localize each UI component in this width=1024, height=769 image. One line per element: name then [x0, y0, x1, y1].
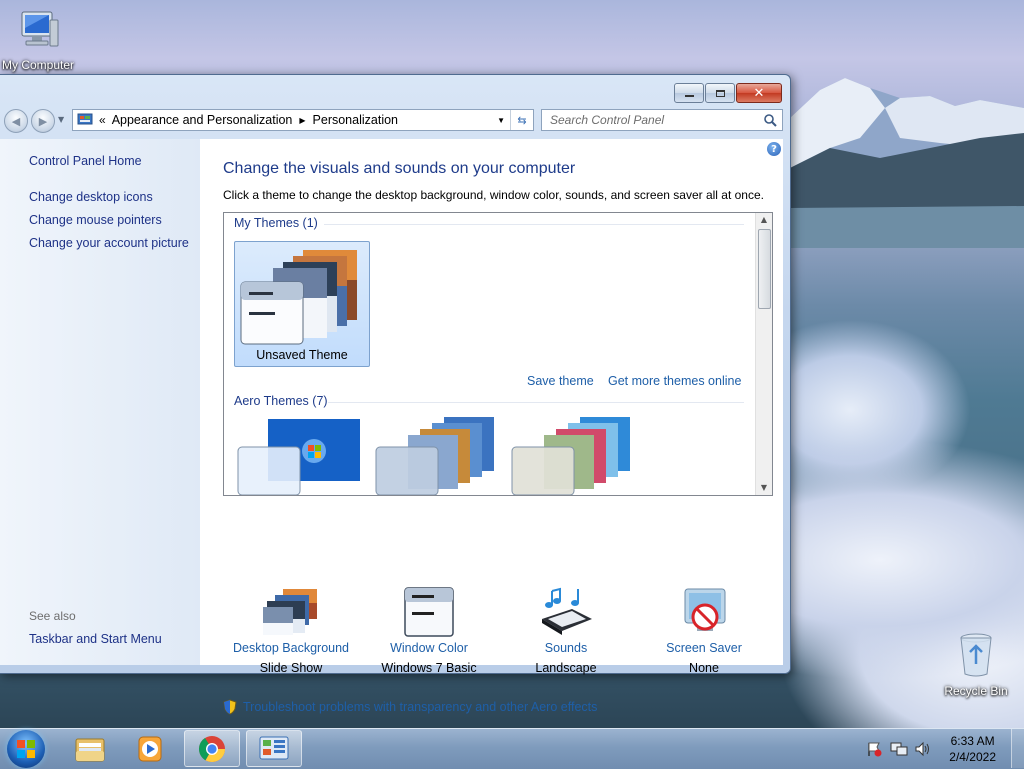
breadcrumb-personalization[interactable]: Personalization — [313, 113, 398, 127]
breadcrumb-appearance[interactable]: Appearance and Personalization — [112, 113, 293, 127]
personalization-window: ✕ ◀ ▶ ▼ « Appearance and Personalization… — [0, 74, 791, 715]
taskbar-media-player[interactable] — [122, 730, 178, 767]
group-divider — [324, 224, 744, 225]
close-button[interactable]: ✕ — [736, 83, 782, 103]
maximize-button[interactable] — [705, 83, 735, 103]
desktop-icon-recycle-bin[interactable]: Recycle Bin — [938, 630, 1014, 698]
windows-logo-icon — [17, 740, 35, 758]
back-button[interactable]: ◀ — [4, 109, 28, 133]
control-panel-home-link[interactable]: Control Panel Home — [29, 154, 142, 168]
search-icon[interactable] — [763, 113, 777, 127]
theme-name: Unsaved Theme — [256, 348, 348, 362]
desktop-background-item[interactable]: Desktop Background Slide Show — [221, 587, 361, 675]
forward-button[interactable]: ▶ — [31, 109, 55, 133]
taskbar-start-menu-link[interactable]: Taskbar and Start Menu — [29, 632, 162, 646]
theme-unsaved[interactable]: Unsaved Theme — [234, 241, 370, 367]
screen-saver-link[interactable]: Screen Saver — [634, 641, 774, 655]
search-box[interactable]: Search Control Panel — [541, 109, 783, 131]
theme-preview-icon — [240, 250, 357, 345]
address-overflow[interactable]: « — [99, 113, 106, 127]
close-icon: ✕ — [753, 85, 765, 101]
page-title: Change the visuals and sounds on your co… — [223, 160, 576, 177]
group-label-my-themes: My Themes (1) — [234, 216, 318, 230]
desktop-icon-label: My Computer — [2, 58, 75, 72]
taskbar-control-panel[interactable] — [246, 730, 302, 767]
minimize-icon — [684, 94, 694, 97]
address-bar[interactable]: « Appearance and Personalization ▶ Perso… — [72, 109, 534, 131]
start-button[interactable] — [7, 730, 45, 768]
forward-arrow-icon: ▶ — [38, 114, 48, 128]
change-mouse-pointers-link[interactable]: Change mouse pointers — [29, 213, 162, 227]
volume-icon[interactable] — [914, 741, 932, 757]
refresh-button[interactable]: ⇆ — [510, 110, 533, 130]
page-subtitle: Click a theme to change the desktop back… — [223, 188, 764, 202]
desktop-background-link[interactable]: Desktop Background — [221, 641, 361, 655]
group-divider — [328, 402, 744, 403]
network-icon[interactable] — [890, 741, 908, 757]
recycle-bin-icon — [960, 633, 992, 677]
address-dropdown-icon[interactable]: ▼ — [497, 116, 505, 125]
window-color-item[interactable]: Window Color Windows 7 Basic — [359, 587, 499, 675]
window-color-value: Windows 7 Basic — [381, 661, 477, 675]
sounds-icon — [542, 587, 592, 635]
change-desktop-icons-link[interactable]: Change desktop icons — [29, 190, 153, 204]
breadcrumb-separator-icon[interactable]: ▶ — [299, 116, 305, 125]
themes-scrollbar[interactable]: ▲ ▼ — [755, 213, 772, 495]
get-more-themes-link[interactable]: Get more themes online — [608, 374, 741, 388]
scroll-thumb[interactable] — [758, 229, 771, 309]
screen-saver-value: None — [689, 661, 719, 675]
taskbar-windows-explorer[interactable] — [62, 730, 118, 767]
troubleshoot-link[interactable]: Troubleshoot problems with transparency … — [243, 700, 597, 714]
mountain-landscape — [790, 78, 1024, 248]
aero-theme-architecture[interactable] — [374, 417, 504, 496]
sounds-item[interactable]: Sounds Landscape — [496, 587, 636, 675]
folder-icon — [75, 738, 105, 761]
scroll-down-icon[interactable]: ▼ — [756, 481, 772, 495]
taskbar-chrome[interactable] — [184, 730, 240, 767]
control-panel-icon — [77, 113, 93, 125]
screen-saver-icon — [684, 588, 726, 631]
minimize-button[interactable] — [674, 83, 704, 103]
window-color-icon — [404, 587, 454, 637]
screen-saver-item[interactable]: Screen Saver None — [634, 587, 774, 675]
action-center-flag-icon[interactable] — [866, 741, 882, 757]
see-also-label: See also — [29, 609, 76, 623]
window-color-link[interactable]: Window Color — [359, 641, 499, 655]
themes-list[interactable]: My Themes (1) Unsaved Theme Save theme G… — [223, 212, 773, 496]
desktop-icon-my-computer[interactable]: My Computer — [2, 8, 82, 72]
control-panel-icon — [259, 736, 289, 759]
maximize-icon — [715, 89, 725, 97]
aero-theme-windows7[interactable] — [236, 417, 366, 496]
computer-icon — [21, 11, 59, 47]
sounds-link[interactable]: Sounds — [496, 641, 636, 655]
system-clock[interactable]: 6:33 AM 2/4/2022 — [949, 733, 996, 765]
desktop-background-value: Slide Show — [259, 661, 323, 675]
clock-date: 2/4/2022 — [949, 750, 996, 764]
chrome-icon — [198, 735, 226, 762]
taskbar: 6:33 AM 2/4/2022 — [0, 728, 1024, 769]
desktop-icon-label: Recycle Bin — [944, 684, 1008, 698]
left-task-pane: Control Panel Home Change desktop icons … — [0, 139, 200, 665]
main-content: ? Change the visuals and sounds on your … — [200, 139, 783, 715]
search-input[interactable]: Search Control Panel — [550, 113, 664, 127]
desktop-background-icon — [263, 589, 317, 635]
sounds-value: Landscape — [535, 661, 597, 675]
caption-buttons: ✕ — [674, 83, 782, 103]
show-desktop-button[interactable] — [1011, 729, 1024, 768]
media-player-icon — [138, 736, 162, 761]
uac-shield-icon — [223, 699, 237, 715]
group-label-aero-themes: Aero Themes (7) — [234, 394, 328, 408]
troubleshoot-row[interactable]: Troubleshoot problems with transparency … — [223, 699, 597, 715]
aero-theme-landscapes[interactable] — [510, 417, 640, 496]
back-arrow-icon: ◀ — [11, 114, 21, 128]
scroll-up-icon[interactable]: ▲ — [756, 213, 772, 227]
navigation-bar: ◀ ▶ ▼ « Appearance and Personalization ▶… — [0, 107, 790, 133]
help-icon[interactable]: ? — [767, 142, 781, 156]
clock-time: 6:33 AM — [950, 734, 995, 748]
save-theme-link[interactable]: Save theme — [527, 374, 594, 388]
change-account-picture-link[interactable]: Change your account picture — [29, 236, 189, 250]
recent-pages-button[interactable]: ▼ — [58, 115, 64, 124]
